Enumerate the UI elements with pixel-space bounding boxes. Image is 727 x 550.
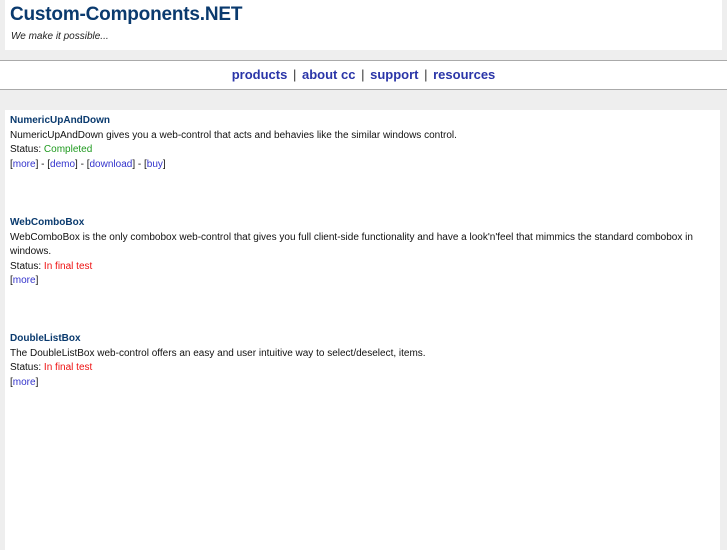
nav-link-products[interactable]: products — [232, 67, 288, 82]
product-numericupanddown: NumericUpAndDown NumericUpAndDown gives … — [10, 114, 710, 172]
nav-link-resources[interactable]: resources — [433, 67, 495, 82]
product-webcombobox: WebComboBox WebComboBox is the only comb… — [10, 216, 710, 289]
more-link[interactable]: more — [13, 159, 36, 170]
product-status: Status: In final test — [10, 361, 710, 376]
status-value: Completed — [43, 144, 93, 155]
status-value: In final test — [43, 260, 93, 272]
nav-link-support[interactable]: support — [370, 67, 418, 82]
status-label: Status: — [10, 260, 42, 272]
nav-separator: | — [424, 67, 428, 82]
buy-link[interactable]: buy — [147, 159, 163, 170]
main-nav: products | about cc | support | resource… — [0, 60, 727, 90]
status-value: In final test — [43, 362, 93, 373]
site-tagline: We make it possible... — [11, 31, 109, 42]
more-link[interactable]: more — [13, 377, 36, 388]
product-links: [more] — [10, 275, 39, 286]
product-links: [more] — [10, 376, 39, 388]
demo-link[interactable]: demo — [50, 159, 75, 170]
status-label: Status: — [10, 362, 42, 373]
product-name: WebComboBox — [10, 217, 85, 228]
site-header: Custom-Components.NET We make it possibl… — [5, 0, 722, 50]
product-description: NumericUpAndDown gives you a web-control… — [10, 129, 457, 141]
product-list: NumericUpAndDown NumericUpAndDown gives … — [5, 110, 720, 550]
status-label: Status: — [10, 144, 42, 155]
product-name: NumericUpAndDown — [10, 115, 110, 126]
product-status: Status: In final test — [10, 260, 710, 275]
product-status: Status: Completed — [10, 143, 710, 158]
more-link[interactable]: more — [13, 275, 36, 286]
product-description: The DoubleListBox web-control offers an … — [10, 347, 426, 359]
product-description: WebComboBox is the only combobox web-con… — [10, 231, 693, 258]
product-links: [more] - [demo] - [download] - [buy] — [10, 158, 166, 170]
nav-link-about-cc[interactable]: about cc — [302, 67, 355, 82]
nav-separator: | — [361, 67, 365, 82]
product-doublelistbox: DoubleListBox The DoubleListBox web-cont… — [10, 332, 710, 390]
download-link[interactable]: download — [90, 159, 133, 170]
product-name: DoubleListBox — [10, 333, 81, 344]
nav-separator: | — [292, 67, 297, 82]
site-title[interactable]: Custom-Components.NET — [10, 4, 242, 26]
